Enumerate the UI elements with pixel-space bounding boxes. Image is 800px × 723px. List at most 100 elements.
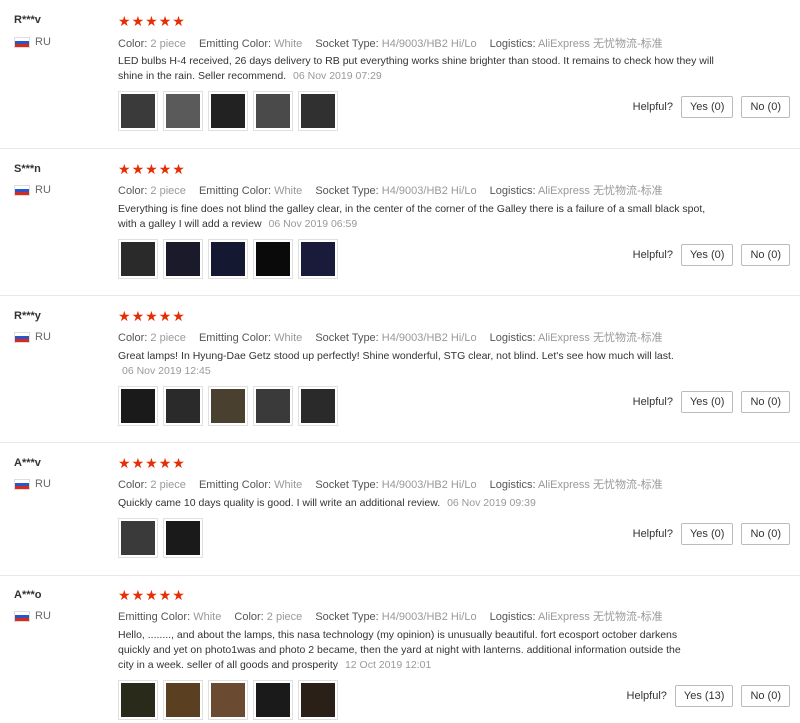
review-photo-thumbnail[interactable]	[208, 680, 248, 720]
review-photos	[118, 518, 203, 558]
star-icon: ★	[172, 455, 185, 471]
review-photo-thumbnail[interactable]	[253, 91, 293, 131]
country-code: RU	[35, 331, 51, 343]
vote-no-button[interactable]: No (0)	[741, 523, 790, 545]
review-photo-thumbnail[interactable]	[208, 239, 248, 279]
review-photo-thumbnail[interactable]	[163, 680, 203, 720]
review-photo-thumbnail[interactable]	[253, 680, 293, 720]
star-icon: ★	[158, 161, 172, 177]
review-body: Everything is fine does not blind the ga…	[118, 203, 706, 230]
reviewer-country: RU	[14, 331, 51, 343]
vote-no-button[interactable]: No (0)	[741, 96, 790, 118]
review-photo-thumbnail[interactable]	[118, 239, 158, 279]
review-body: Quickly came 10 days quality is good. I …	[118, 497, 441, 509]
star-icon: ★	[118, 13, 131, 29]
color-value: 2 piece	[150, 38, 186, 50]
star-icon: ★	[118, 161, 131, 177]
review-photo-thumbnail[interactable]	[298, 91, 338, 131]
socket-type-label: Socket Type:	[315, 38, 379, 50]
review-photo-thumbnail[interactable]	[163, 386, 203, 426]
review-photo-thumbnail[interactable]	[298, 239, 338, 279]
color-label: Color:	[234, 611, 264, 623]
vote-yes-button[interactable]: Yes (13)	[674, 685, 734, 707]
product-properties: Color: 2 piece Emitting Color: White Soc…	[118, 476, 673, 492]
vote-no-button[interactable]: No (0)	[741, 244, 790, 266]
review-date: 06 Nov 2019 06:59	[268, 218, 358, 230]
star-icon: ★	[131, 455, 145, 471]
review-photo-thumbnail[interactable]	[208, 386, 248, 426]
star-icon: ★	[131, 587, 145, 603]
review-item: R***v RU ★ ★ ★ ★ ★ Color: 2 piece Emitting C…	[0, 0, 800, 148]
review-date: 06 Nov 2019 07:29	[293, 70, 382, 82]
review-photo-thumbnail[interactable]	[163, 239, 203, 279]
star-icon: ★	[145, 13, 158, 29]
vote-yes-button[interactable]: Yes (0)	[680, 391, 734, 413]
emitting-color-value: White	[193, 611, 222, 623]
review-body: LED bulbs H-4 received, 26 days delivery…	[118, 55, 714, 82]
color-value: 2 piece	[150, 479, 186, 491]
photo-image	[121, 389, 155, 423]
helpful-label: Helpful?	[632, 249, 673, 261]
review-photo-thumbnail[interactable]	[118, 680, 158, 720]
star-rating: ★ ★ ★ ★ ★	[118, 162, 185, 176]
star-icon: ★	[158, 587, 172, 603]
color-label: Color:	[118, 479, 148, 491]
socket-type-label: Socket Type:	[315, 185, 379, 197]
socket-type-value: H4/9003/HB2 Hi/Lo	[381, 611, 477, 623]
star-rating: ★ ★ ★ ★ ★	[118, 309, 185, 323]
star-icon: ★	[131, 13, 145, 29]
vote-yes-button[interactable]: Yes (0)	[680, 244, 734, 266]
photo-image	[256, 389, 290, 423]
review-photo-thumbnail[interactable]	[163, 91, 203, 131]
review-photos	[118, 386, 338, 426]
socket-type-value: H4/9003/HB2 Hi/Lo	[381, 185, 477, 197]
star-icon: ★	[158, 13, 172, 29]
color-label: Color:	[118, 38, 148, 50]
vote-yes-button[interactable]: Yes (0)	[680, 523, 734, 545]
review-photo-thumbnail[interactable]	[298, 386, 338, 426]
review-photos	[118, 91, 338, 131]
star-icon: ★	[172, 587, 185, 603]
photo-image	[166, 389, 200, 423]
helpful-vote: Helpful? Yes (0) No (0)	[633, 244, 790, 266]
reviewer-country: RU	[14, 184, 51, 196]
logistics-label: Logistics:	[489, 38, 536, 50]
star-icon: ★	[118, 587, 131, 603]
photo-image	[166, 683, 200, 717]
review-date: 06 Nov 2019 09:39	[447, 497, 536, 509]
russia-flag-icon	[14, 36, 30, 48]
review-item: A***v RU ★ ★ ★ ★ ★ Color: 2 piece Emitting C…	[0, 442, 800, 575]
star-icon: ★	[158, 455, 172, 471]
review-item: S***n RU ★ ★ ★ ★ ★ Color: 2 piece Emitting C…	[0, 148, 800, 295]
photo-image	[121, 242, 155, 276]
review-photo-thumbnail[interactable]	[118, 386, 158, 426]
photo-image	[256, 94, 290, 128]
helpful-label: Helpful?	[626, 690, 667, 702]
product-properties: Color: 2 piece Emitting Color: White Soc…	[118, 182, 673, 198]
review-photo-thumbnail[interactable]	[118, 518, 158, 558]
reviewer-country: RU	[14, 478, 51, 490]
emitting-color-label: Emitting Color:	[198, 38, 272, 50]
review-photo-thumbnail[interactable]	[118, 91, 158, 131]
color-label: Color:	[118, 185, 148, 197]
review-photo-thumbnail[interactable]	[253, 386, 293, 426]
vote-no-button[interactable]: No (0)	[741, 685, 790, 707]
emitting-color-label: Emitting Color:	[198, 479, 272, 491]
emitting-color-value: White	[274, 479, 303, 491]
star-icon: ★	[118, 308, 131, 324]
review-photo-thumbnail[interactable]	[208, 91, 248, 131]
reviewer-name: A***v	[14, 457, 41, 469]
logistics-value: AliExpress 无忧物流-标准	[537, 611, 663, 623]
reviewer-country: RU	[14, 36, 51, 48]
vote-yes-button[interactable]: Yes (0)	[680, 96, 734, 118]
review-photo-thumbnail[interactable]	[298, 680, 338, 720]
emitting-color-label: Emitting Color:	[198, 332, 272, 344]
photo-image	[256, 683, 290, 717]
review-photo-thumbnail[interactable]	[163, 518, 203, 558]
review-photo-thumbnail[interactable]	[253, 239, 293, 279]
star-icon: ★	[145, 455, 158, 471]
review-text: LED bulbs H-4 received, 26 days delivery…	[118, 54, 718, 84]
vote-no-button[interactable]: No (0)	[741, 391, 790, 413]
color-value: 2 piece	[150, 185, 186, 197]
color-value: 2 piece	[150, 332, 186, 344]
